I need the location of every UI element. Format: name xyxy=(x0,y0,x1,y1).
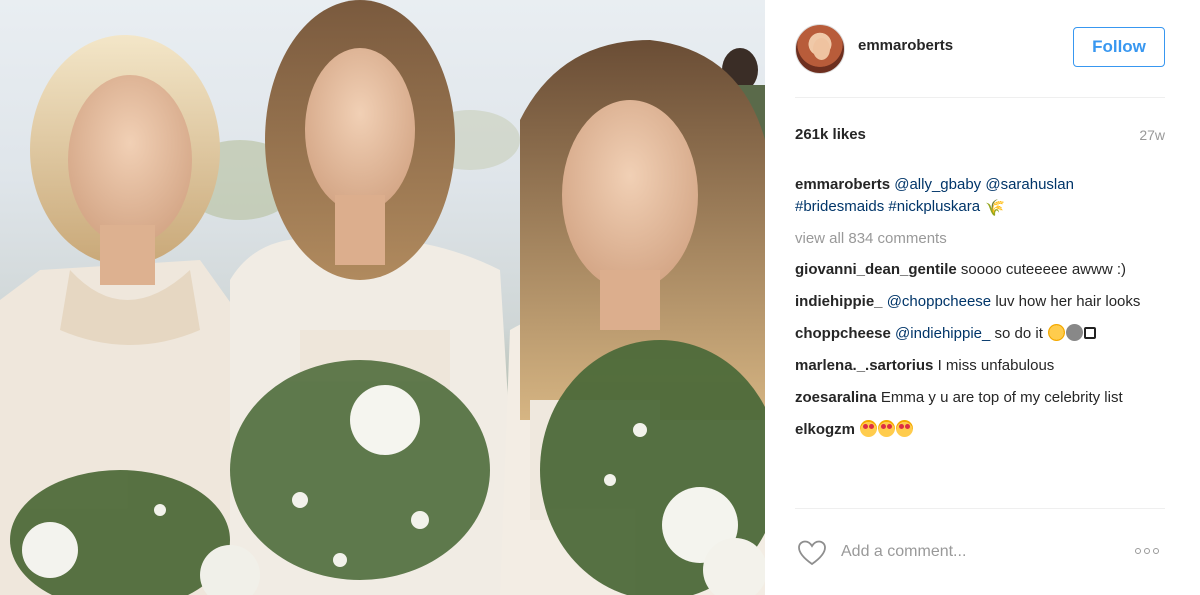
likes-row: 261k likes 27w xyxy=(795,126,1165,146)
missing-glyph-icon xyxy=(1084,327,1097,339)
comment-username[interactable]: marlena._.sartorius xyxy=(795,357,933,374)
gray-face-icon xyxy=(1066,324,1084,341)
more-options-icon[interactable] xyxy=(1135,545,1165,557)
like-count[interactable]: 261k likes xyxy=(795,126,866,143)
comment-list: emmaroberts @ally_gbaby @sarahuslan #bri… xyxy=(795,174,1165,451)
post-photo[interactable] xyxy=(0,0,765,595)
add-comment-input[interactable] xyxy=(841,540,1111,564)
follow-button[interactable]: Follow xyxy=(1073,27,1165,67)
caption-mention[interactable]: @sarahuslan xyxy=(985,176,1074,193)
comment-username[interactable]: zoesaralina xyxy=(795,389,877,406)
view-all-comments-link[interactable]: view all 834 comments xyxy=(795,228,1165,250)
caption: emmaroberts @ally_gbaby @sarahuslan #bri… xyxy=(795,174,1165,218)
comment-text: I miss unfabulous xyxy=(937,357,1055,374)
list-item: indiehippie_ @choppcheese luv how her ha… xyxy=(795,291,1165,313)
comment-text: Emma y u are top of my celebrity list xyxy=(880,389,1123,406)
bridesmaids-photo xyxy=(0,0,765,595)
list-item: zoesaralina Emma y u are top of my celeb… xyxy=(795,387,1165,409)
avatar[interactable] xyxy=(795,24,845,74)
comment-text: soooo cuteeeee awww :) xyxy=(960,261,1126,278)
list-item: marlena._.sartorius I miss unfabulous xyxy=(795,355,1165,377)
caption-hashtag[interactable]: #nickpluskara xyxy=(888,198,980,215)
heart-eyes-icon xyxy=(878,420,896,437)
post-username[interactable]: emmaroberts xyxy=(858,37,953,54)
post-timestamp[interactable]: 27w xyxy=(1139,127,1165,143)
caption-mention[interactable]: @ally_gbaby xyxy=(894,176,981,193)
comment-text: luv how her hair looks xyxy=(995,293,1141,310)
heart-eyes-icon xyxy=(860,420,878,437)
comment-username[interactable]: giovanni_dean_gentile xyxy=(795,261,957,278)
list-item: giovanni_dean_gentile soooo cuteeeee aww… xyxy=(795,259,1165,281)
list-item: choppcheese @indiehippie_ so do it xyxy=(795,323,1165,345)
comment-mention[interactable]: @choppcheese xyxy=(887,293,991,310)
comment-username[interactable]: choppcheese xyxy=(795,325,891,342)
comment-text: so do it xyxy=(994,325,1043,342)
caption-username[interactable]: emmaroberts xyxy=(795,176,890,193)
comment-username[interactable]: indiehippie_ xyxy=(795,293,883,310)
comment-footer xyxy=(795,508,1165,595)
heart-outline-icon[interactable] xyxy=(797,539,827,567)
comment-mention[interactable]: @indiehippie_ xyxy=(895,325,990,342)
sheaf-of-rice-icon: 🌾 xyxy=(985,200,1006,217)
post-sidebar: emmaroberts Follow 261k likes 27w emmaro… xyxy=(765,0,1200,595)
list-item: elkogzm xyxy=(795,419,1165,441)
caption-hashtag[interactable]: #bridesmaids xyxy=(795,198,884,215)
post-header: emmaroberts Follow xyxy=(795,20,1165,98)
heart-eyes-icon xyxy=(896,420,914,437)
comment-username[interactable]: elkogzm xyxy=(795,421,855,438)
flushed-face-icon xyxy=(1048,324,1066,341)
